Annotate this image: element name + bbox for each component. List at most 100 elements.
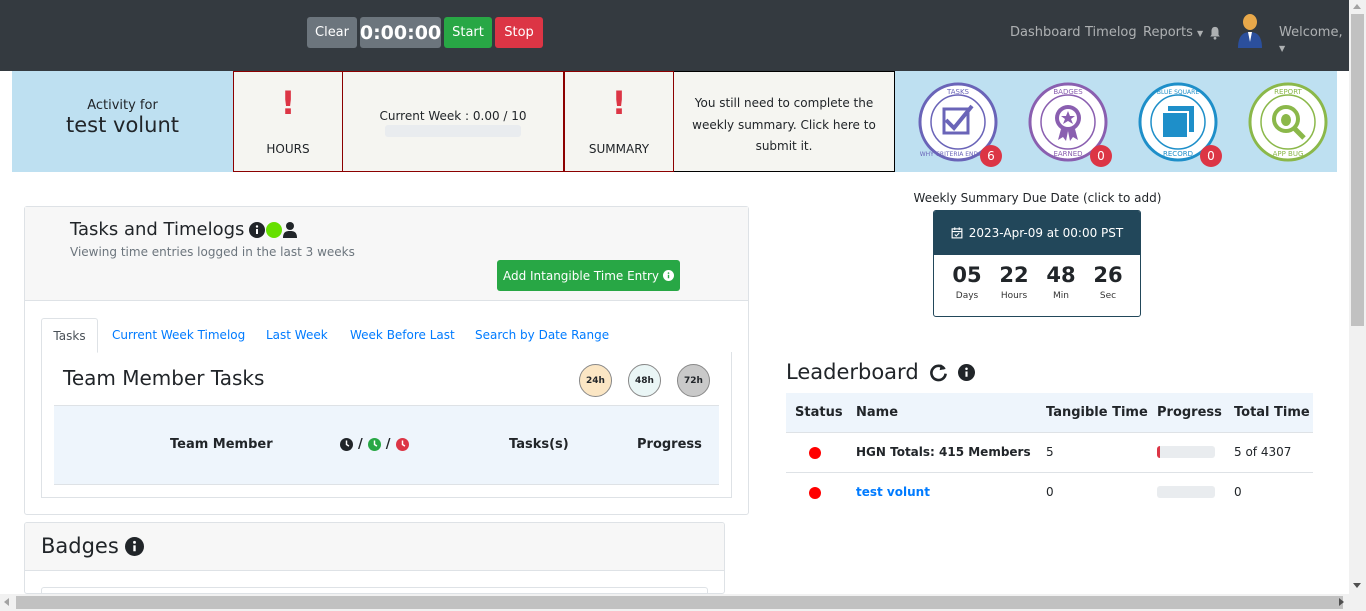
weekly-summary-due-label[interactable]: Weekly Summary Due Date (click to add)	[900, 191, 1175, 205]
timer-start-button[interactable]: Start	[444, 17, 492, 48]
team-member-tasks-title: Team Member Tasks	[63, 366, 265, 390]
column-name: Name	[856, 405, 899, 420]
team-tasks-table-header: Team Member / / Tasks(s) Progress	[54, 405, 719, 485]
time-status-legend: / /	[340, 437, 409, 452]
blue-square-bottom-text: RECORD	[1163, 150, 1193, 158]
leaderboard-row: test volunt 0 0	[786, 473, 1313, 513]
timer-clear-button[interactable]: Clear	[307, 17, 357, 48]
leaderboard-header: Status Name Tangible Time Progress Total…	[786, 393, 1313, 433]
vertical-scrollbar[interactable]	[1349, 0, 1366, 594]
countdown-days-label: Days	[955, 291, 979, 301]
blue-square-top-text: BLUE SQUARE	[1157, 89, 1199, 96]
countdown-days-value: 05	[952, 263, 982, 287]
countdown-days: 05 Days	[947, 263, 987, 301]
leaderboard-progress-bar	[1157, 486, 1215, 498]
tasks-timelogs-card: Tasks and Timelogs Viewing time entries …	[24, 206, 749, 515]
caret-down-icon: ▼	[1279, 44, 1286, 53]
green-clock-icon	[367, 438, 381, 451]
weekly-summary-reminder[interactable]: You still need to complete the weekly su…	[674, 71, 895, 172]
due-date-text: 2023-Apr-09 at 00:00 PST	[968, 226, 1124, 240]
summary-alert-box[interactable]: ! SUMMARY	[564, 71, 674, 172]
calendar-check-icon	[951, 227, 963, 239]
tasks-badge-count: 6	[980, 145, 1002, 167]
leaderboard-progress-fill	[1157, 446, 1160, 458]
info-icon[interactable]	[249, 222, 265, 238]
hours-alert-box[interactable]: ! HOURS	[233, 71, 343, 172]
status-green-dot-icon[interactable]	[266, 222, 282, 238]
scroll-up-arrow-icon[interactable]	[1353, 4, 1361, 9]
countdown-hours-label: Hours	[1000, 291, 1028, 301]
filter-24h-button[interactable]: 24h	[579, 364, 612, 397]
filter-48h-button[interactable]: 48h	[628, 364, 661, 397]
tab-tasks[interactable]: Tasks	[41, 318, 98, 353]
badges-earned-top-text: BADGES	[1053, 88, 1083, 96]
column-progress: Progress	[1157, 405, 1222, 420]
timer-stop-button[interactable]: Stop	[495, 17, 543, 48]
activity-for-label: Activity for	[87, 98, 158, 113]
tab-current-week-timelog[interactable]: Current Week Timelog	[112, 318, 245, 353]
tab-last-week[interactable]: Last Week	[266, 318, 328, 353]
column-tasks: Tasks(s)	[509, 437, 569, 452]
info-icon[interactable]	[124, 536, 144, 556]
hours-label: HOURS	[266, 142, 310, 156]
weekly-summary-countdown[interactable]: 2023-Apr-09 at 00:00 PST 05 Days 22 Hours …	[933, 210, 1141, 317]
leaderboard-user-link[interactable]: test volunt	[856, 485, 930, 499]
add-intangible-time-button[interactable]: Add Intangible Time Entry	[497, 260, 680, 291]
info-icon[interactable]	[957, 363, 975, 381]
column-team-member: Team Member	[170, 437, 273, 452]
tasks-card-subtitle: Viewing time entries logged in the last …	[70, 245, 355, 259]
countdown-minutes: 48 Min	[1041, 263, 1081, 301]
timer-display: 0:00:00	[360, 17, 441, 48]
exclamation-icon: !	[280, 84, 296, 122]
tasks-tabs: Tasks Current Week Timelog Last Week Wee…	[41, 318, 732, 353]
scroll-left-arrow-icon[interactable]	[4, 598, 9, 606]
nav-reports-label: Reports	[1143, 25, 1193, 40]
scroll-right-arrow-icon[interactable]	[1339, 598, 1344, 606]
welcome-label: Welcome,	[1279, 25, 1343, 40]
tab-week-before-last[interactable]: Week Before Last	[350, 318, 455, 353]
user-avatar-icon[interactable]	[1236, 12, 1264, 48]
badges-title-text: Badges	[41, 534, 119, 558]
countdown-seconds-value: 26	[1093, 263, 1123, 287]
tab-search-by-date-range[interactable]: Search by Date Range	[475, 318, 609, 353]
countdown-hours-value: 22	[999, 263, 1029, 287]
nav-timelog-link[interactable]: Timelog	[1085, 25, 1137, 40]
badges-content	[41, 587, 708, 593]
user-icon[interactable]	[283, 222, 297, 238]
badges-card-title: Badges	[41, 534, 144, 558]
blue-square-count: 0	[1200, 145, 1222, 167]
leaderboard-row: HGN Totals: 415 Members 5 5 of 4307	[786, 433, 1313, 473]
leaderboard-name: HGN Totals: 415 Members	[856, 445, 1031, 459]
column-status: Status	[795, 405, 843, 420]
countdown-seconds-label: Sec	[1099, 291, 1117, 301]
filter-72h-button[interactable]: 72h	[677, 364, 710, 397]
separator: /	[358, 437, 363, 452]
badges-earned-bottom-text: EARNED	[1053, 150, 1082, 158]
red-clock-icon	[395, 438, 409, 451]
horizontal-scrollbar[interactable]	[0, 594, 1366, 611]
leaderboard-tangible: 5	[1046, 445, 1054, 459]
refresh-icon[interactable]	[929, 363, 948, 382]
nav-reports-dropdown[interactable]: Reports ▼	[1143, 25, 1203, 40]
activity-for-panel: Activity for test volunt	[12, 71, 233, 172]
countdown-minutes-label: Min	[1053, 291, 1069, 301]
scroll-down-arrow-icon[interactable]	[1353, 583, 1361, 588]
nav-welcome-dropdown[interactable]: Welcome, ▼	[1279, 25, 1349, 55]
countdown-minutes-value: 48	[1046, 263, 1076, 287]
info-icon	[663, 270, 675, 281]
countdown-seconds: 26 Sec	[1088, 263, 1128, 301]
caret-down-icon: ▼	[1197, 29, 1204, 38]
vertical-scroll-thumb[interactable]	[1351, 14, 1364, 326]
leaderboard-progress-bar	[1157, 446, 1215, 458]
leaderboard-total: 0	[1234, 485, 1242, 499]
bell-icon[interactable]	[1208, 26, 1222, 40]
report-bug-icon[interactable]: REPORT APP BUG	[1248, 82, 1328, 162]
status-dot	[809, 447, 821, 459]
current-week-text: Current Week : 0.00 / 10	[379, 109, 527, 123]
badges-card-header: Badges	[25, 523, 724, 571]
horizontal-scroll-thumb[interactable]	[16, 596, 1343, 609]
nav-dashboard-link[interactable]: Dashboard	[1010, 25, 1081, 40]
top-navbar: Clear 0:00:00 Start Stop Dashboard Timel…	[0, 0, 1349, 71]
countdown-hours: 22 Hours	[994, 263, 1034, 301]
add-intangible-label: Add Intangible Time Entry	[502, 268, 660, 283]
